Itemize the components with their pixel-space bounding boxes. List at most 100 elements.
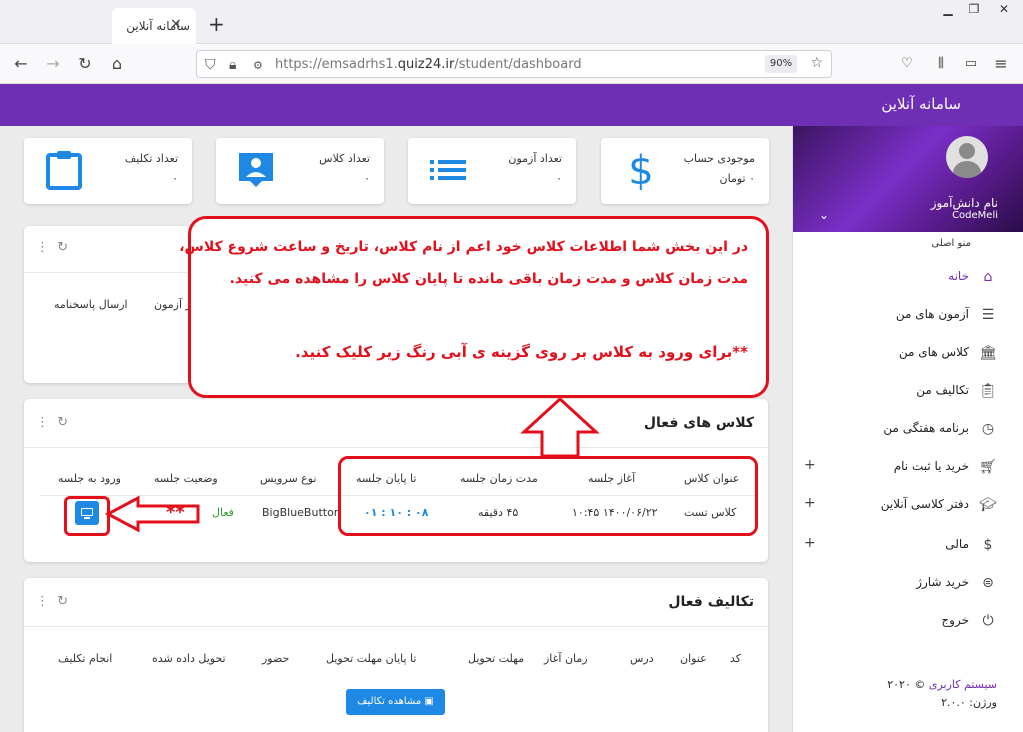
sidebar-item-label: خانه bbox=[948, 269, 969, 283]
highlight-box-class-info bbox=[338, 456, 758, 536]
app-header: سامانه آنلاین bbox=[0, 84, 1023, 126]
column-header-do-assignment: انجام تکلیف bbox=[58, 652, 113, 665]
clock-icon: ◷ bbox=[981, 421, 995, 437]
list-icon bbox=[430, 160, 466, 180]
profile-panel: نام دانش‌آموز CodeMeli ⌄ bbox=[793, 126, 1023, 232]
url-path: /student/dashboard bbox=[454, 57, 582, 72]
footer-year: © ۲۰۲۰ bbox=[887, 678, 926, 691]
cart-icon: 🛒︎ bbox=[979, 459, 997, 475]
restore-icon[interactable]: ❐ bbox=[960, 0, 988, 20]
class-status-cell: فعال bbox=[212, 506, 234, 519]
graduation-cap-icon: 🎓︎ bbox=[979, 497, 997, 513]
chevron-down-icon[interactable]: ⌄ bbox=[819, 208, 829, 222]
student-name: نام دانش‌آموز bbox=[930, 196, 998, 210]
browser-tab-bar: سامانه آنلاین × + ▁ ❐ ✕ bbox=[0, 0, 1023, 44]
stat-value: ۰ bbox=[172, 172, 178, 185]
sidebar-item-logout[interactable]: ⏻ خروج bbox=[792, 606, 1023, 636]
annotation-callout: در این بخش شما اطلاعات کلاس خود اعم از ن… bbox=[179, 216, 769, 398]
minimize-icon[interactable]: ▁ bbox=[934, 0, 962, 20]
column-header-title: عنوان bbox=[680, 652, 707, 665]
home-icon: ⌂ bbox=[983, 269, 993, 285]
sidebar-item-label: خرید یا ثبت نام bbox=[893, 459, 969, 473]
sidebar-item-weekly-schedule[interactable]: ◷ برنامه هفتگی من bbox=[792, 414, 1023, 444]
list-icon: ☰ bbox=[981, 307, 995, 323]
stat-value: ۰ bbox=[556, 172, 562, 185]
more-vertical-icon[interactable]: ⋮ bbox=[36, 594, 49, 609]
sidebar: نام دانش‌آموز CodeMeli ⌄ منو اصلی ⌂ خانه… bbox=[792, 126, 1023, 732]
sidebar-item-label: مالی bbox=[945, 537, 969, 551]
sidebar-item-financial[interactable]: $ مالی + bbox=[792, 530, 1023, 560]
lock-icon[interactable]: 🔒︎ bbox=[229, 57, 236, 73]
sidebar-item-classes[interactable]: 🏛︎ کلاس های من bbox=[792, 338, 1023, 368]
student-code: CodeMeli bbox=[952, 210, 998, 221]
dollar-icon: $ bbox=[628, 150, 653, 190]
card-title: کلاس های فعال bbox=[643, 415, 754, 431]
column-header-status: وضعیت جلسه bbox=[154, 472, 218, 485]
reload-icon[interactable]: ↻ bbox=[74, 53, 96, 75]
bank-icon: 🏛︎ bbox=[979, 345, 997, 361]
card-divider bbox=[24, 447, 768, 448]
sidebar-item-buy-credit[interactable]: ⊜ خرید شارژ bbox=[792, 568, 1023, 598]
stat-card-assignments: تعداد تکلیف ۰ bbox=[24, 138, 192, 204]
class-service-cell: BigBlueButton bbox=[262, 506, 341, 519]
refresh-icon[interactable]: ↻ bbox=[57, 240, 68, 255]
annotation-line: **برای ورود به کلاس بر روی گزینه ی آبی ر… bbox=[295, 343, 748, 361]
column-header-service: نوع سرویس bbox=[260, 472, 317, 485]
sidebar-item-label: برنامه هفتگی من bbox=[883, 421, 969, 435]
pocket-icon[interactable]: ♡ bbox=[896, 53, 918, 75]
stat-label: تعداد آزمون bbox=[508, 152, 562, 165]
close-window-icon[interactable]: ✕ bbox=[990, 0, 1018, 20]
expand-icon[interactable]: + bbox=[804, 495, 816, 511]
sidebar-item-label: خروج bbox=[941, 613, 969, 627]
stat-card-exams: تعداد آزمون ۰ bbox=[408, 138, 576, 204]
bookmark-star-icon[interactable]: ☆ bbox=[810, 55, 823, 71]
sidebar-item-online-classbook[interactable]: 🎓︎ دفتر کلاسی آنلاین + bbox=[792, 490, 1023, 520]
sidebar-item-purchase[interactable]: 🛒︎ خرید یا ثبت نام + bbox=[792, 452, 1023, 482]
footer-brand: سیستم کاربری © ۲۰۲۰ bbox=[887, 678, 997, 691]
menu-heading: منو اصلی bbox=[931, 238, 971, 249]
address-bar[interactable]: ⛉ 🔒︎ ⚙ https://emsadrhs1.quiz24.ir/stude… bbox=[196, 50, 832, 78]
card-tools: ⋮ ↻ bbox=[36, 240, 68, 255]
new-tab-button[interactable]: + bbox=[208, 12, 225, 36]
url-text[interactable]: https://emsadrhs1.quiz24.ir/student/dash… bbox=[275, 57, 582, 72]
sidebar-item-label: تکالیف من bbox=[916, 383, 969, 397]
card-title: تکالیف فعال bbox=[668, 594, 754, 610]
view-active-assignments-button[interactable]: ▣ مشاهده تکالیف فعال bbox=[346, 689, 445, 732]
refresh-icon[interactable]: ↻ bbox=[57, 594, 68, 609]
forward-icon[interactable]: → bbox=[42, 53, 64, 75]
stat-card-balance: موجودی حساب ۰ تومان $ bbox=[601, 138, 769, 204]
coin-icon: ⊜ bbox=[982, 575, 994, 591]
column-header-start-time: زمان آغاز bbox=[544, 652, 588, 665]
clipboard-icon bbox=[46, 151, 82, 190]
stat-value: ۰ bbox=[364, 172, 370, 185]
browser-tab[interactable]: سامانه آنلاین bbox=[112, 8, 196, 44]
refresh-icon[interactable]: ↻ bbox=[57, 415, 68, 430]
clipboard-icon: ▣ bbox=[424, 696, 434, 707]
sidebar-item-exams[interactable]: ☰ آزمون های من bbox=[792, 300, 1023, 330]
sidebar-item-home[interactable]: ⌂ خانه bbox=[792, 262, 1023, 292]
more-vertical-icon[interactable]: ⋮ bbox=[36, 415, 49, 430]
sidebar-item-label: دفتر کلاسی آنلاین bbox=[880, 497, 969, 511]
sidebar-item-label: آزمون های من bbox=[895, 307, 969, 321]
url-prefix: https://emsadrhs1. bbox=[275, 57, 398, 72]
permissions-icon[interactable]: ⚙ bbox=[253, 59, 263, 72]
more-vertical-icon[interactable]: ⋮ bbox=[36, 240, 49, 255]
tab-close-icon[interactable]: × bbox=[170, 16, 182, 32]
browser-toolbar: ← → ↻ ⌂ ⛉ 🔒︎ ⚙ https://emsadrhs1.quiz24.… bbox=[0, 44, 1023, 84]
stat-label: تعداد کلاس bbox=[319, 152, 370, 165]
shield-icon[interactable]: ⛉ bbox=[205, 57, 216, 73]
expand-icon[interactable]: + bbox=[804, 535, 816, 551]
card-tools: ⋮ ↻ bbox=[36, 415, 68, 430]
expand-icon[interactable]: + bbox=[804, 457, 816, 473]
home-icon[interactable]: ⌂ bbox=[106, 53, 128, 75]
library-icon[interactable]: ⫼ bbox=[930, 53, 952, 75]
zoom-level[interactable]: 90% bbox=[765, 55, 797, 73]
sidebar-toggle-icon[interactable]: ▭ bbox=[960, 53, 982, 75]
person-badge-icon bbox=[239, 153, 273, 187]
menu-icon[interactable]: ≡ bbox=[990, 53, 1012, 75]
sidebar-item-assignments[interactable]: 📋︎ تکالیف من bbox=[792, 376, 1023, 406]
avatar[interactable] bbox=[946, 136, 988, 178]
back-icon[interactable]: ← bbox=[10, 53, 32, 75]
sidebar-item-label: کلاس های من bbox=[898, 345, 969, 359]
clipboard-icon: 📋︎ bbox=[979, 383, 997, 399]
